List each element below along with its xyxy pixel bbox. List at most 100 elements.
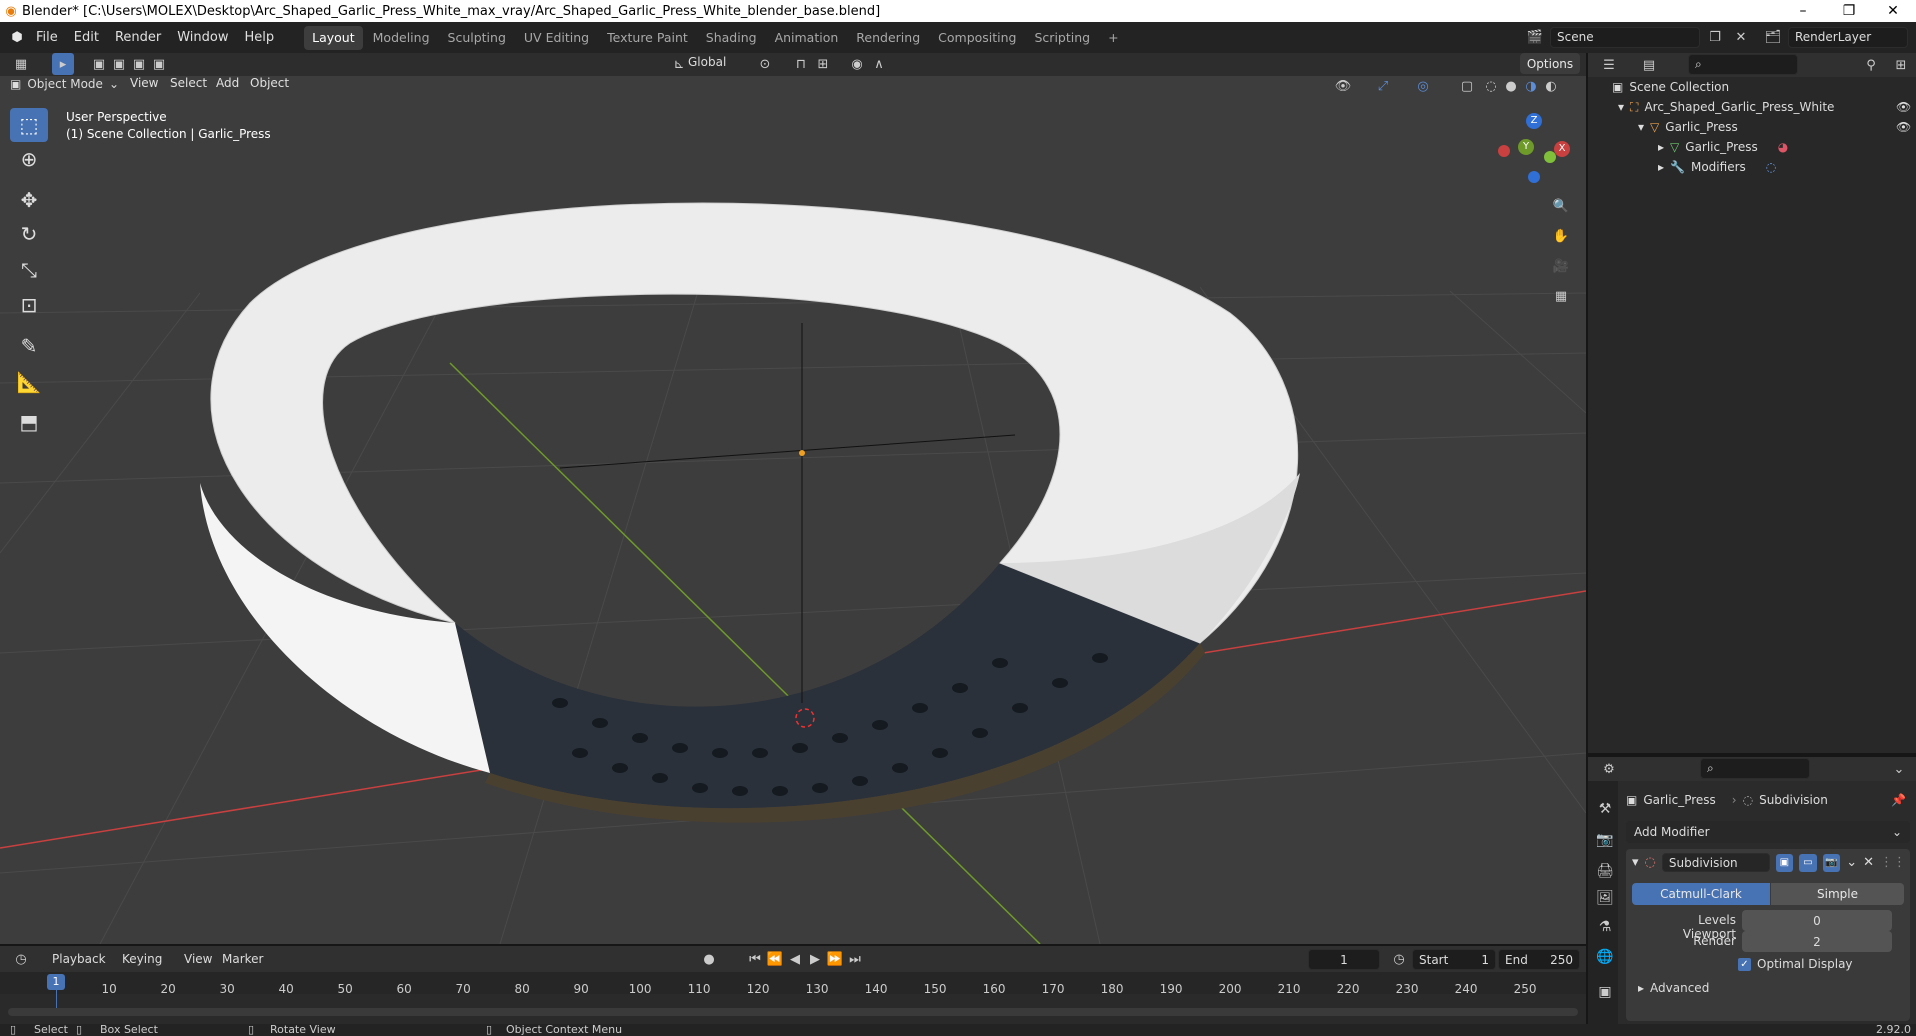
jump-prev-keyframe-icon[interactable]: ⏪ [764, 948, 786, 970]
ortho-grid-icon[interactable]: ▦ [1550, 285, 1572, 307]
tab-sculpting[interactable]: Sculpting [440, 26, 514, 50]
filter-icon[interactable]: ⚲ [1860, 54, 1882, 76]
outliner-scene-collection[interactable]: ▣ Scene Collection [1588, 77, 1916, 97]
outliner-item-modifiers[interactable]: ▸ 🔧 Modifiers ◌ [1588, 157, 1916, 177]
chevron-down-icon[interactable]: ⌄ [1888, 758, 1910, 780]
chevron-down-icon[interactable]: ⌄ [1846, 855, 1857, 870]
3d-viewport[interactable]: ▦ ▸ ▣ ▣ ▣ ▣ ⊾ Global ⊙ ⊓ ⊞ ◉ ∧ Options ▣… [0, 53, 1586, 944]
camera-view-icon[interactable]: 🎥 [1550, 255, 1572, 277]
visibility-eye-icon[interactable]: 👁 [1896, 100, 1911, 114]
tool-properties-tab-icon[interactable]: ⚒ [1592, 796, 1618, 822]
advanced-subpanel-header[interactable]: ▸ Advanced [1638, 981, 1709, 995]
select-box-tool-icon[interactable]: ▸ [52, 53, 74, 75]
expand-icon[interactable]: ▾ [1638, 120, 1644, 134]
new-scene-icon[interactable]: ❐ [1704, 26, 1726, 48]
timeline-menu-view[interactable]: View [184, 952, 212, 966]
playhead[interactable]: 1 [47, 974, 65, 990]
snap-icon[interactable]: ⊓ [790, 53, 812, 75]
outliner-editor-type-icon[interactable]: ☰ [1598, 54, 1620, 76]
selection-mode-new-icon[interactable]: ▣ [88, 53, 110, 75]
gizmo-neg-z-icon[interactable] [1528, 171, 1540, 183]
cursor-tool-icon[interactable]: ⊕ [10, 142, 48, 176]
expand-icon[interactable]: ▾ [1618, 100, 1624, 114]
select-tool-icon[interactable]: ⬚ [10, 108, 48, 142]
expand-icon[interactable]: ▸ [1658, 140, 1664, 154]
display-mode-icon[interactable]: ▤ [1638, 54, 1660, 76]
gizmo-neg-x-icon[interactable] [1498, 145, 1510, 157]
object-origin[interactable] [799, 450, 805, 456]
tab-uv-editing[interactable]: UV Editing [516, 26, 597, 50]
viewport-menu-object[interactable]: Object [242, 72, 297, 94]
gizmo-z-icon[interactable]: Z [1526, 113, 1542, 129]
timeline-menu-marker[interactable]: Marker [222, 952, 263, 966]
tab-rendering[interactable]: Rendering [848, 26, 928, 50]
output-properties-tab-icon[interactable]: 🖨 [1592, 858, 1618, 884]
preview-range-clock-icon[interactable]: ◷ [1388, 948, 1410, 970]
gizmo-neg-y-icon[interactable] [1544, 151, 1556, 163]
xray-toggle-icon[interactable]: ▢ [1456, 75, 1478, 97]
object-mode-dropdown[interactable]: Object Mode [27, 77, 103, 91]
visibility-icon[interactable]: 👁 [1332, 75, 1354, 97]
move-tool-icon[interactable]: ✥ [10, 183, 48, 217]
restore-button[interactable]: ❐ [1826, 0, 1872, 22]
tab-animation[interactable]: Animation [767, 26, 847, 50]
add-modifier-dropdown[interactable]: Add Modifier ⌄ [1626, 821, 1910, 843]
overlay-toggle-icon[interactable]: ◎ [1412, 75, 1434, 97]
viewport-scene[interactable] [0, 53, 1586, 944]
pin-icon[interactable]: 📌 [1891, 793, 1906, 807]
new-view-layer-icon[interactable]: ❐ [1912, 26, 1916, 48]
visibility-eye-icon[interactable]: 👁 [1896, 120, 1911, 134]
rendered-shading-icon[interactable]: ◐ [1540, 75, 1562, 97]
render-properties-tab-icon[interactable]: 📷 [1592, 827, 1618, 853]
edit-mode-toggle-icon[interactable]: ▣ [1775, 853, 1794, 872]
outliner-item-mesh[interactable]: ▸ ▽ Garlic_Press ◕ [1588, 137, 1916, 157]
render-levels-field[interactable]: 2 [1742, 931, 1892, 952]
scene-icon[interactable]: 🎬 [1524, 26, 1546, 48]
current-frame-field[interactable]: 1 [1308, 949, 1380, 970]
expand-icon[interactable]: ▸ [1658, 160, 1664, 174]
object-properties-tab-icon[interactable]: ▣ [1592, 979, 1618, 1005]
world-properties-tab-icon[interactable]: 🌐 [1592, 944, 1618, 970]
modifier-name-field[interactable]: Subdivision [1661, 853, 1770, 872]
remove-modifier-icon[interactable]: ✕ [1863, 855, 1874, 870]
gizmo-toggle-icon[interactable]: ⤢ [1372, 75, 1394, 97]
tab-texture-paint[interactable]: Texture Paint [599, 26, 696, 50]
tab-modeling[interactable]: Modeling [365, 26, 438, 50]
timeline-editor-type-icon[interactable]: ◷ [10, 948, 32, 970]
viewport-menu-view[interactable]: View [122, 72, 166, 94]
menu-render[interactable]: Render [107, 22, 169, 53]
checkmark-icon[interactable]: ✓ [1738, 957, 1751, 971]
timeline-menu-playback[interactable]: Playback [52, 952, 106, 966]
start-frame-field[interactable]: Start 1 [1412, 949, 1496, 970]
jump-start-icon[interactable]: ⏮ [744, 948, 766, 970]
scene-selector[interactable]: Scene [1550, 26, 1700, 48]
catmull-clark-button[interactable]: Catmull-Clark [1632, 883, 1770, 905]
timeline-scrollbar[interactable] [8, 1008, 1578, 1016]
end-frame-field[interactable]: End 250 [1498, 949, 1580, 970]
annotate-tool-icon[interactable]: ✎ [10, 329, 48, 363]
gizmo-y-icon[interactable]: Y [1518, 139, 1534, 155]
snap-target-icon[interactable]: ⊞ [812, 53, 834, 75]
wireframe-shading-icon[interactable]: ◌ [1480, 75, 1502, 97]
view-layer-selector[interactable]: RenderLayer [1788, 26, 1908, 48]
play-reverse-icon[interactable]: ◀ [784, 948, 806, 970]
options-dropdown[interactable]: Options [1520, 53, 1580, 74]
record-keyframe-icon[interactable]: ● [698, 948, 720, 970]
add-workspace-button[interactable]: + [1100, 26, 1126, 50]
simple-button[interactable]: Simple [1771, 883, 1904, 905]
play-icon[interactable]: ▶ [804, 948, 826, 970]
delete-scene-icon[interactable]: ✕ [1730, 26, 1752, 48]
measure-tool-icon[interactable]: 📐 [10, 365, 48, 399]
blender-menu-icon[interactable]: ⬢ [6, 27, 28, 49]
timeline-menu-keying[interactable]: Keying [122, 952, 162, 966]
menu-file[interactable]: File [28, 22, 66, 53]
minimize-button[interactable]: – [1780, 0, 1826, 22]
properties-editor-type-icon[interactable]: ⚙ [1598, 758, 1620, 780]
transform-tool-icon[interactable]: ⊡ [10, 288, 48, 322]
add-cube-tool-icon[interactable]: ⬒ [10, 405, 48, 439]
scale-tool-icon[interactable]: ⤡ [10, 253, 48, 287]
pivot-point-icon[interactable]: ⊙ [754, 53, 776, 75]
outliner-item-collection[interactable]: ▾ ⛶ Arc_Shaped_Garlic_Press_White 👁 [1588, 97, 1916, 117]
tab-scripting[interactable]: Scripting [1027, 26, 1099, 50]
properties-search-input[interactable]: ⌕ [1700, 758, 1810, 779]
